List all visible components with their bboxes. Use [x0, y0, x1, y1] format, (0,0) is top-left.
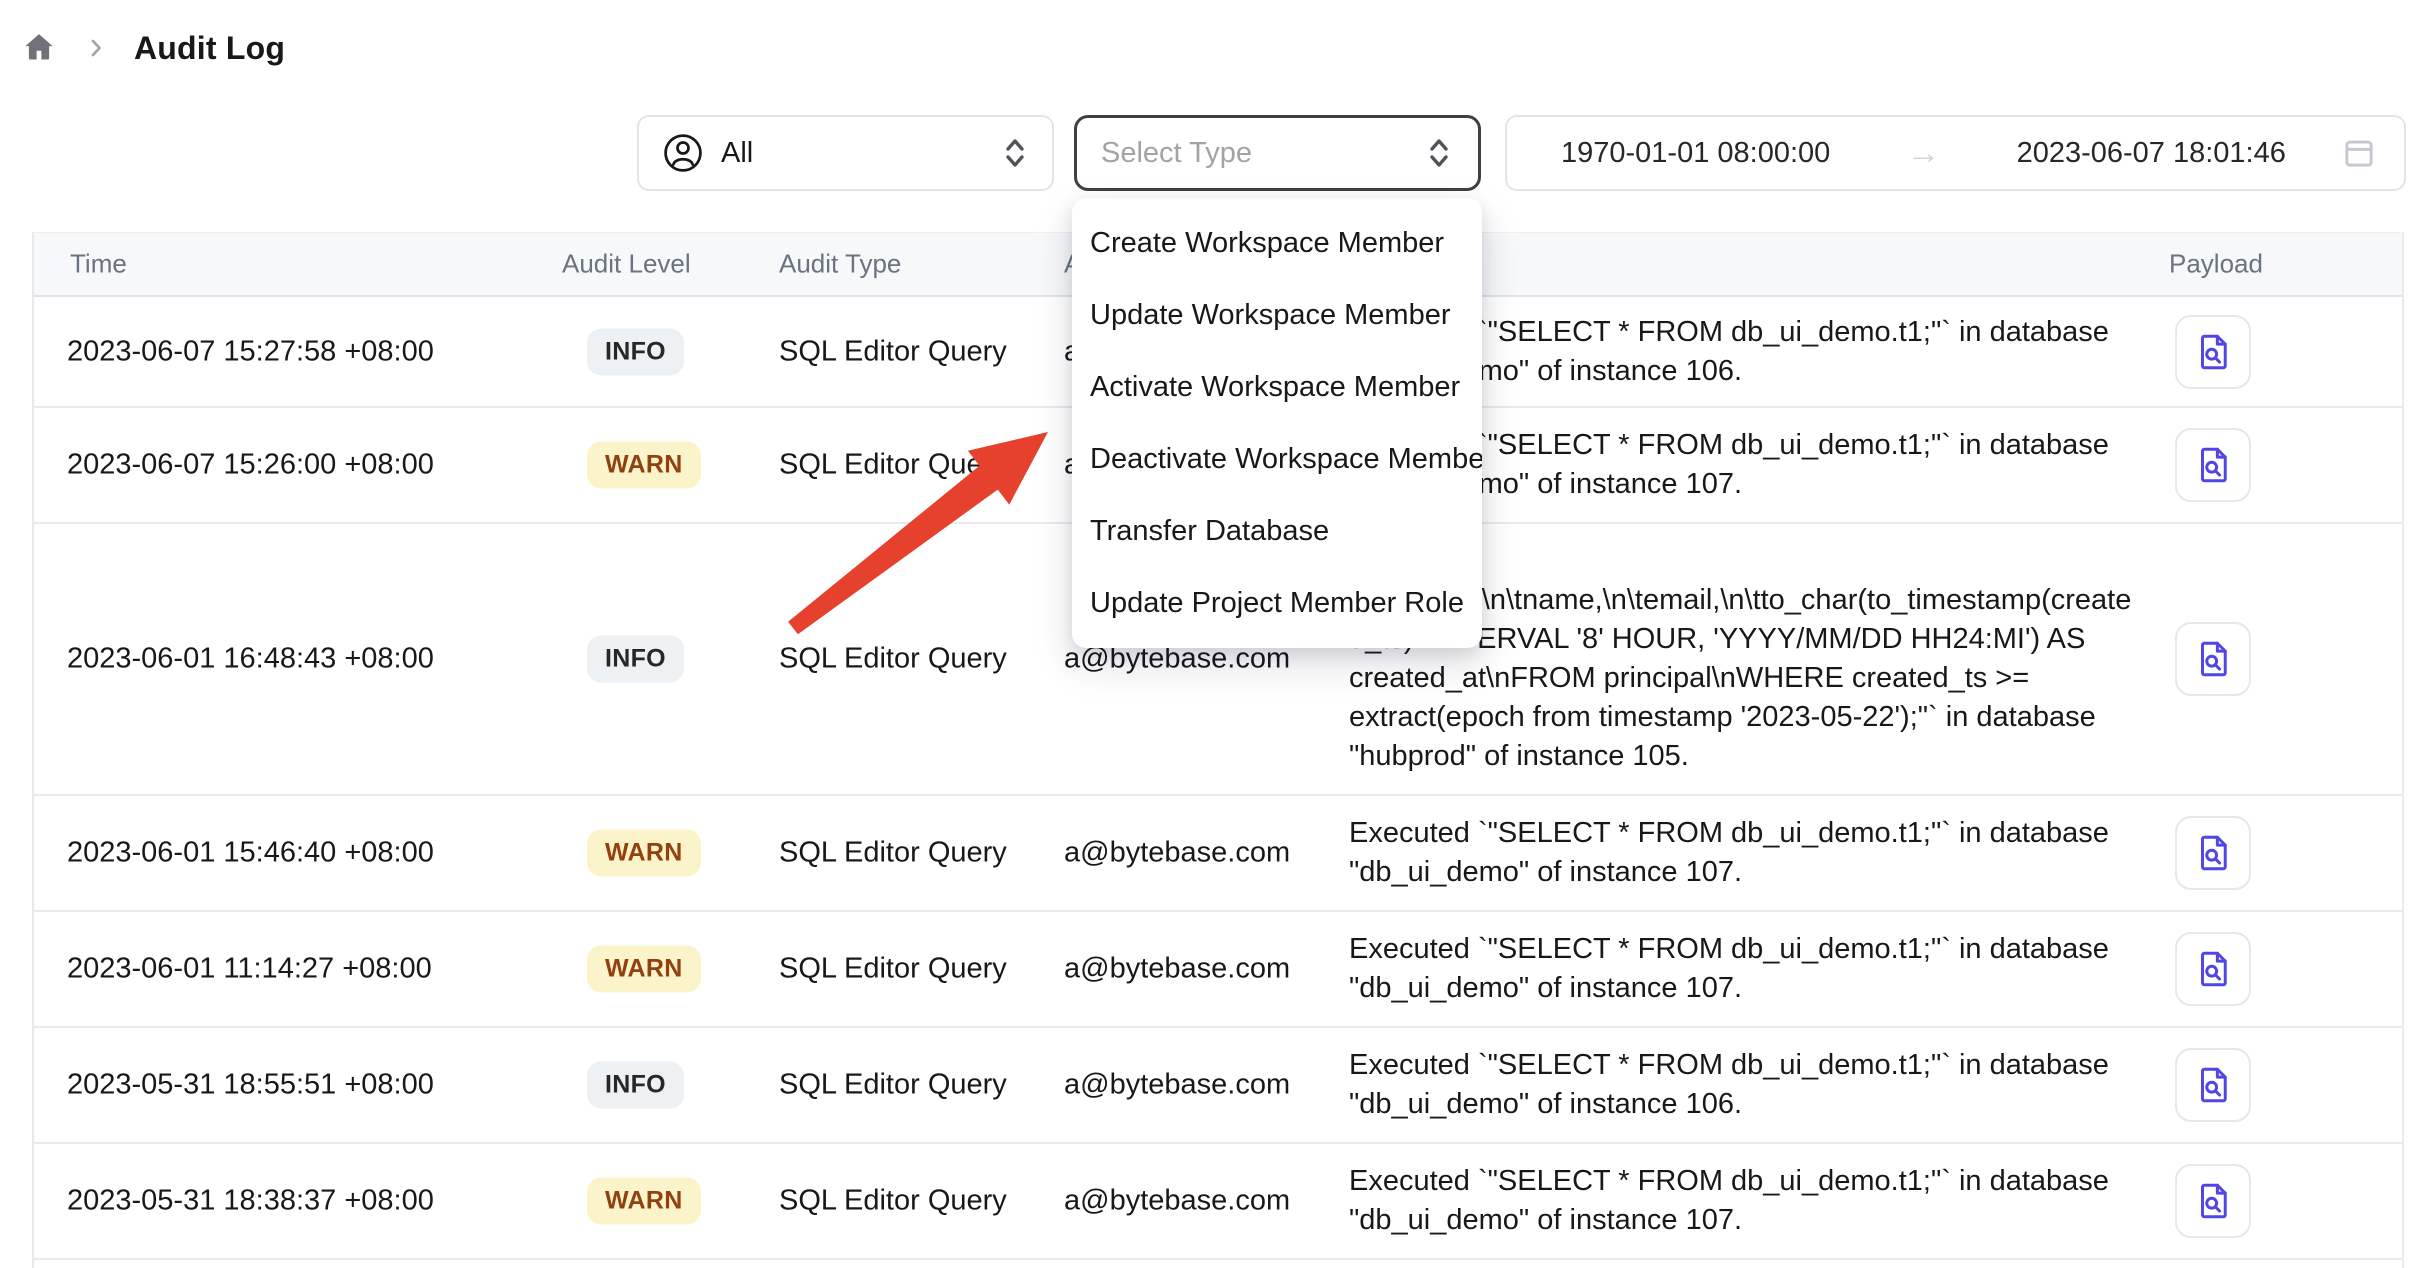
menu-item-update-project-member-role[interactable]: Update Project Member Role	[1072, 567, 1482, 639]
table-row: 2023-05-31 18:55:51 +08:00 INFO SQL Editor…	[34, 1028, 2402, 1144]
cell-audit-type: SQL Editor Query	[779, 953, 1007, 986]
calendar-icon[interactable]	[2342, 136, 2376, 170]
table-row: 2023-06-01 11:14:27 +08:00 WARN SQL Editor…	[34, 912, 2402, 1028]
home-icon[interactable]	[20, 29, 58, 67]
cell-actor: a@bytebase.com	[1064, 837, 1290, 870]
cell-time: 2023-06-07 15:26:00 +08:00	[67, 449, 434, 482]
cell-audit-type: SQL Editor Query	[779, 837, 1007, 870]
view-payload-button[interactable]	[2175, 622, 2251, 696]
cell-time: 2023-06-07 15:27:58 +08:00	[67, 335, 434, 368]
cell-audit-type: SQL Editor Query	[779, 335, 1007, 368]
audit-level-badge: WARN	[587, 1178, 701, 1225]
column-header-type: Audit Type	[779, 249, 901, 280]
cell-actor: a@bytebase.com	[1064, 1069, 1290, 1102]
audit-level-badge: INFO	[587, 328, 684, 375]
document-search-icon	[2192, 1180, 2234, 1222]
menu-item-create-workspace-member[interactable]: Create Workspace Member	[1072, 207, 1482, 279]
cell-comment: Executed `"SELECT * FROM db_ui_demo.t1;"…	[1349, 1162, 2139, 1240]
column-header-time: Time	[70, 249, 127, 280]
document-search-icon	[2192, 832, 2234, 874]
breadcrumb: Audit Log	[20, 22, 285, 74]
chevrons-up-down-icon	[1000, 135, 1030, 171]
audit-level-badge: WARN	[587, 442, 701, 489]
audit-type-placeholder: Select Type	[1101, 137, 1252, 170]
date-range-start[interactable]: 1970-01-01 08:00:00	[1561, 137, 1830, 170]
cell-audit-level: WARN	[587, 946, 701, 993]
document-search-icon	[2192, 1064, 2234, 1106]
cell-audit-level: INFO	[587, 636, 684, 683]
cell-audit-type: SQL Editor Query	[779, 1069, 1007, 1102]
cell-audit-type: SQL Editor Query	[779, 1185, 1007, 1218]
view-payload-button[interactable]	[2175, 816, 2251, 890]
menu-item-deactivate-workspace-member[interactable]: Deactivate Workspace Member	[1072, 423, 1482, 495]
audit-type-select[interactable]: Select Type	[1074, 115, 1481, 191]
menu-item-transfer-database[interactable]: Transfer Database	[1072, 495, 1482, 567]
chevrons-up-down-icon	[1424, 135, 1454, 171]
menu-item-activate-workspace-member[interactable]: Activate Workspace Member	[1072, 351, 1482, 423]
view-payload-button[interactable]	[2175, 1048, 2251, 1122]
cell-audit-level: INFO	[587, 328, 684, 375]
cell-comment: Executed `"SELECT * FROM db_ui_demo.t1;"…	[1349, 1046, 2139, 1124]
actor-filter-value: All	[721, 137, 753, 170]
column-header-payload: Payload	[2169, 249, 2263, 280]
cell-comment: Executed `"SELECT * FROM db_ui_demo.t1;"…	[1349, 930, 2139, 1008]
cell-audit-level: WARN	[587, 442, 701, 489]
audit-type-dropdown-menu: Create Workspace Member Update Workspace…	[1072, 198, 1482, 648]
arrow-right-icon: →	[1906, 134, 1940, 173]
menu-item-update-workspace-member[interactable]: Update Workspace Member	[1072, 279, 1482, 351]
document-search-icon	[2192, 638, 2234, 680]
document-search-icon	[2192, 331, 2234, 373]
view-payload-button[interactable]	[2175, 315, 2251, 389]
date-range-picker[interactable]: 1970-01-01 08:00:00 → 2023-06-07 18:01:4…	[1505, 115, 2406, 191]
cell-audit-level: INFO	[587, 1062, 684, 1109]
view-payload-button[interactable]	[2175, 428, 2251, 502]
audit-level-badge: WARN	[587, 946, 701, 993]
user-circle-icon	[661, 131, 705, 175]
document-search-icon	[2192, 948, 2234, 990]
cell-time: 2023-06-01 15:46:40 +08:00	[67, 837, 434, 870]
audit-level-badge: WARN	[587, 830, 701, 877]
audit-log-page: Audit Log All Select Type 1970-01-01 08:…	[0, 0, 2410, 1268]
column-header-level: Audit Level	[562, 249, 691, 280]
view-payload-button[interactable]	[2175, 932, 2251, 1006]
actor-filter-select[interactable]: All	[637, 115, 1054, 191]
cell-time: 2023-06-01 16:48:43 +08:00	[67, 643, 434, 676]
cell-audit-type: SQL Editor Query	[779, 449, 1007, 482]
date-range-end[interactable]: 2023-06-07 18:01:46	[2017, 137, 2286, 170]
audit-level-badge: INFO	[587, 636, 684, 683]
page-title: Audit Log	[134, 30, 285, 67]
cell-actor: a@bytebase.com	[1064, 1185, 1290, 1218]
cell-actor: a@bytebase.com	[1064, 953, 1290, 986]
cell-audit-level: WARN	[587, 1178, 701, 1225]
audit-level-badge: INFO	[587, 1062, 684, 1109]
document-search-icon	[2192, 444, 2234, 486]
chevron-right-icon	[84, 36, 108, 60]
table-row: 2023-05-31 18:38:37 +08:00 WARN SQL Editor…	[34, 1144, 2402, 1260]
cell-time: 2023-05-31 18:38:37 +08:00	[67, 1185, 434, 1218]
view-payload-button[interactable]	[2175, 1164, 2251, 1238]
cell-time: 2023-06-01 11:14:27 +08:00	[67, 953, 432, 986]
cell-audit-level: WARN	[587, 830, 701, 877]
table-row: 2023-06-01 15:46:40 +08:00 WARN SQL Editor…	[34, 796, 2402, 912]
cell-comment: Executed `"SELECT * FROM db_ui_demo.t1;"…	[1349, 814, 2139, 892]
cell-time: 2023-05-31 18:55:51 +08:00	[67, 1069, 434, 1102]
cell-audit-type: SQL Editor Query	[779, 643, 1007, 676]
